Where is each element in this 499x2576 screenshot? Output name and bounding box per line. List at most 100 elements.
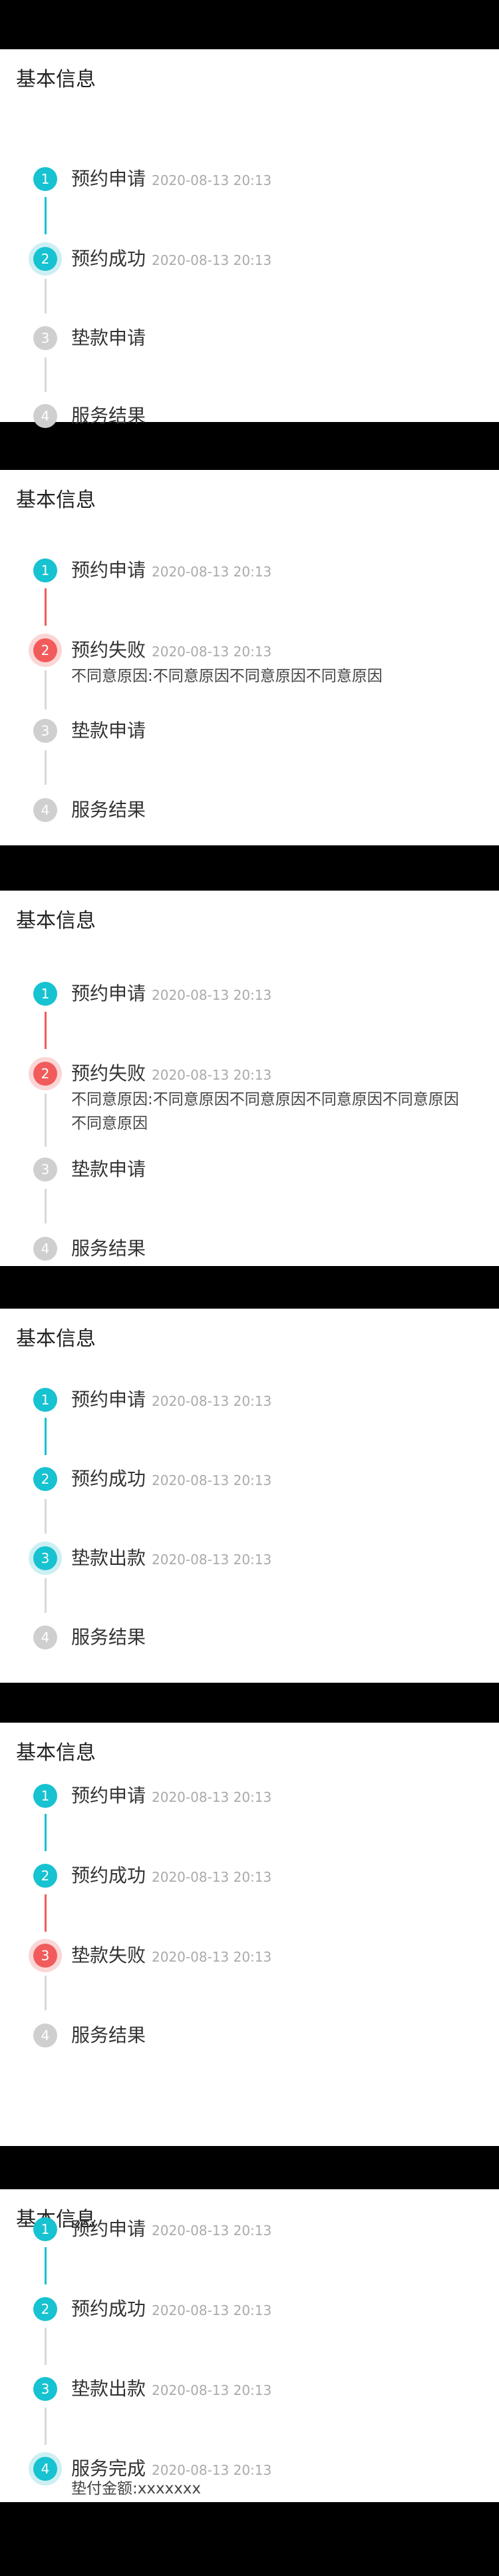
timeline-step-2: 2 预约成功 2020-08-13 20:13 [0,1459,499,1499]
step-label: 服务结果 [71,405,146,427]
step-time: 2020-08-13 20:13 [152,987,272,1003]
step-number-badge: 3 [33,1546,57,1570]
status-card-5: 基本信息 1 预约申请 2020-08-13 20:13 2 预约成功 2020… [0,1723,499,2146]
step-number-badge: 3 [33,1944,57,1968]
step-number-badge: 4 [33,1237,57,1261]
step-time: 2020-08-13 20:13 [152,564,272,580]
card-title: 基本信息 [16,1741,96,1765]
timeline-connector [45,1976,47,2010]
timeline-connector [45,2247,47,2284]
timeline-connector [45,1894,47,1932]
step-label: 预约成功 [71,248,146,270]
step-number-badge: 2 [33,1467,57,1491]
timeline-step-4: 4 服务结果 [0,1617,499,1657]
step-time: 2020-08-13 20:13 [152,1552,272,1568]
timeline-step-1: 1 预约申请 2020-08-13 20:13 [0,1380,499,1420]
step-time: 2020-08-13 20:13 [152,2223,272,2239]
step-label: 服务结果 [71,1237,146,1259]
step-label: 垫款失败 [71,1944,146,1966]
step-number-badge: 2 [33,1864,57,1888]
status-card-6: 基本信息 1 预约申请 2020-08-13 20:13 2 预约成功 2020… [0,2189,499,2502]
timeline-step-2: 2 预约成功 2020-08-13 20:13 [0,1856,499,1896]
step-label: 预约申请 [71,982,146,1004]
timeline-connector [45,1578,47,1613]
timeline-connector [45,750,47,785]
timeline-connector [45,1094,47,1147]
step-label: 垫款出款 [71,1547,146,1569]
timeline-step-4: 4 服务结果 [0,2016,499,2055]
timeline-connector [45,279,47,314]
step-label: 垫款出款 [71,2378,146,2400]
card-title: 基本信息 [16,489,96,512]
step-label: 预约成功 [71,2298,146,2320]
timeline-connector [45,2408,47,2445]
step-time: 2020-08-13 20:13 [152,2302,272,2318]
step-time: 2020-08-13 20:13 [152,1789,272,1805]
status-card-3: 基本信息 1 预约申请 2020-08-13 20:13 2 预约失败 2020… [0,891,499,1266]
step-number-badge: 4 [33,1625,57,1649]
step-number-badge: 4 [33,2024,57,2047]
timeline-step-4: 4 服务结果 [0,1229,499,1269]
step-number-badge: 2 [33,247,57,271]
card-title: 基本信息 [16,909,96,933]
step-label: 预约申请 [71,1389,146,1410]
step-time: 2020-08-13 20:13 [152,1472,272,1488]
card-title: 基本信息 [16,1327,96,1351]
timeline-connector [45,197,47,234]
step-time: 2020-08-13 20:13 [152,1949,272,1965]
timeline-connector [45,2328,47,2365]
timeline-connector [45,357,47,392]
timeline-connector [45,1189,47,1223]
timeline-connector [45,1814,47,1851]
timeline-connector [45,670,47,710]
step-number-badge: 1 [33,1388,57,1412]
card-title: 基本信息 [16,68,96,91]
timeline-step-3: 3 垫款申请 [0,1150,499,1189]
step-label: 服务结果 [71,2024,146,2046]
step-label: 预约成功 [71,1468,146,1490]
step-label: 预约成功 [71,1864,146,1886]
timeline-step-1: 1 预约申请 2020-08-13 20:13 [0,1776,499,1816]
timeline-step-1: 1 预约申请 2020-08-13 20:13 [0,974,499,1014]
step-number-badge: 2 [33,2297,57,2321]
step-time: 2020-08-13 20:13 [152,2382,272,2398]
timeline-step-2: 2 预约成功 2020-08-13 20:13 [0,239,499,279]
timeline-step-3: 3 垫款出款 2020-08-13 20:13 [0,1538,499,1578]
step-time: 2020-08-13 20:13 [152,1869,272,1885]
step-number-badge: 2 [33,638,57,662]
timeline-step-4: 4 服务结果 [0,790,499,830]
failure-reason-text: 不同意原因:不同意原因不同意原因不同意原因 [71,668,383,685]
step-label: 预约申请 [71,1785,146,1807]
step-label: 预约申请 [71,559,146,581]
status-card-2: 基本信息 1 预约申请 2020-08-13 20:13 2 预约失败 2020… [0,470,499,845]
step-number-badge: 4 [33,798,57,822]
timeline-step-1: 1 预约申请 2020-08-13 20:13 [0,159,499,199]
failure-reason-text: 不同意原因:不同意原因不同意原因不同意原因不同意原因不同意原因 [71,1091,459,1132]
status-card-4: 基本信息 1 预约申请 2020-08-13 20:13 2 预约成功 2020… [0,1309,499,1683]
step-number-badge: 1 [33,982,57,1006]
step-number-badge: 1 [33,1784,57,1808]
timeline-step-3: 3 垫款失败 2020-08-13 20:13 [0,1936,499,1976]
step-number-badge: 3 [33,326,57,350]
status-card-1: 基本信息 1 预约申请 2020-08-13 20:13 2 预约成功 2020… [0,49,499,428]
step-label: 垫款申请 [71,720,146,742]
step-time: 2020-08-13 20:13 [152,252,272,268]
timeline-step-3: 3 垫款出款 2020-08-13 20:13 [0,2369,499,2409]
timeline-step-3: 3 垫款申请 [0,318,499,358]
step-label: 预约申请 [71,168,146,190]
timeline-step-4: 4 服务结果 [0,396,499,436]
step-label: 垫款申请 [71,1158,146,1180]
step-number-badge: 1 [33,167,57,191]
step-number-badge: 4 [33,2457,57,2481]
step-label: 服务结果 [71,1626,146,1648]
step-number-badge: 1 [33,558,57,582]
timeline-step-3: 3 垫款申请 [0,711,499,751]
step-number-badge: 3 [33,1158,57,1181]
step-number-badge: 4 [33,404,57,428]
timeline-step-1: 1 预约申请 2020-08-13 20:13 [0,550,499,590]
timeline-connector [45,1418,47,1455]
step-label: 预约申请 [71,2218,146,2240]
advance-amount-text: 垫付金额:xxxxxxx [71,2480,202,2497]
timeline-step-2: 2 预约成功 2020-08-13 20:13 [0,2289,499,2329]
step-number-badge: 2 [33,1062,57,1086]
